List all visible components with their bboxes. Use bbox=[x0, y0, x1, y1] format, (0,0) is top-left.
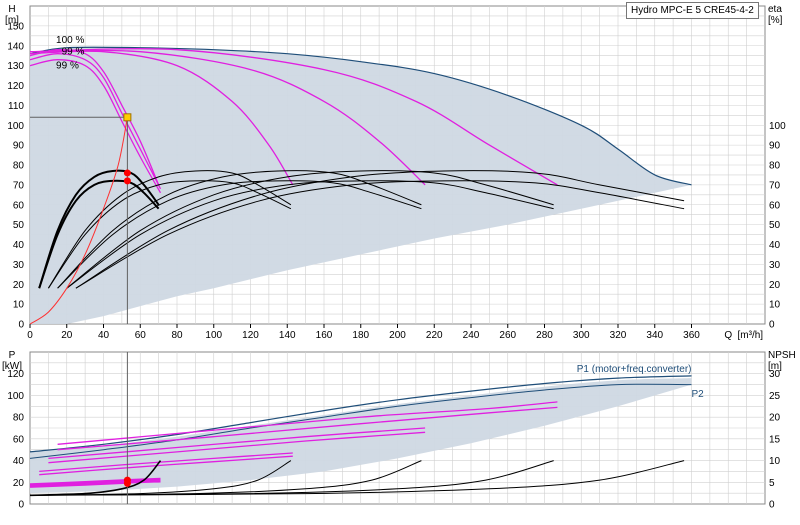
y-tick-label: 40 bbox=[13, 240, 25, 251]
y-tick-label: 30 bbox=[13, 260, 25, 271]
x-tick-label: 60 bbox=[135, 330, 147, 341]
series-label: P2 bbox=[692, 389, 705, 400]
x-tick-label: 280 bbox=[536, 330, 553, 341]
p-axis-unit: [kW] bbox=[2, 361, 22, 372]
x-tick-label: 340 bbox=[646, 330, 663, 341]
pump-performance-chart: 100 % 99 % 99 % 0 20 40 60 80 100 120 140 160 180 200… bbox=[0, 0, 800, 520]
speed-percent-label: 100 % bbox=[56, 35, 84, 46]
npsh-tick-label: 20 bbox=[769, 413, 781, 424]
power-npsh-plot: P1 (motor+freq.converter)P20204060801001… bbox=[2, 350, 796, 511]
y2-tick-label: 10 bbox=[769, 300, 781, 311]
y2-axis-unit: [%] bbox=[768, 15, 783, 26]
x-tick-label: 0 bbox=[27, 330, 33, 341]
y2-tick-label: 80 bbox=[769, 161, 781, 172]
y2-tick-label: 50 bbox=[769, 220, 781, 231]
duty-point-marker bbox=[123, 113, 132, 122]
y2-axis-label: eta bbox=[768, 4, 782, 15]
chart-canvas: 100 %99 %99 %0 20 40 60 80 100 120 140 160 180 200… bbox=[2, 4, 796, 511]
y-tick-label: 70 bbox=[13, 180, 25, 191]
y-tick-label: 0 bbox=[18, 320, 24, 331]
y-tick-label: 80 bbox=[13, 161, 25, 172]
p-axis-label: P bbox=[9, 350, 16, 361]
efficiency-duty-point bbox=[123, 169, 131, 177]
series-label: P1 (motor+freq.converter) bbox=[577, 364, 692, 375]
x-tick-label: 240 bbox=[463, 330, 480, 341]
x-tick-label: 360 bbox=[683, 330, 700, 341]
x-tick-label: 320 bbox=[610, 330, 627, 341]
p-tick-label: 0 bbox=[18, 500, 24, 511]
x-tick-label: 260 bbox=[499, 330, 516, 341]
x-tick-label: 140 bbox=[279, 330, 296, 341]
y2-tick-label: 30 bbox=[769, 260, 781, 271]
head-efficiency-plot: 100 %99 %99 %0 20 40 60 80 100 120 140 160 180 200… bbox=[5, 4, 786, 341]
y-tick-label: 100 bbox=[7, 121, 24, 132]
y-axis-unit: [m] bbox=[5, 15, 19, 26]
y-tick-label: 10 bbox=[13, 300, 25, 311]
x-tick-label: 20 bbox=[61, 330, 73, 341]
x-tick-label: 120 bbox=[242, 330, 259, 341]
speed-percent-label: 99 % bbox=[56, 61, 79, 72]
y-tick-label: 110 bbox=[8, 101, 24, 112]
y-tick-label: 140 bbox=[7, 41, 24, 52]
speed-percent-label: 99 % bbox=[62, 47, 85, 58]
npsh-tick-label: 15 bbox=[769, 434, 781, 445]
y-axis-label: H bbox=[8, 4, 15, 15]
x-tick-label: 300 bbox=[573, 330, 590, 341]
chart-title: Hydro MPC-E 5 CRE45-4-2 bbox=[626, 2, 759, 19]
y-tick-label: 60 bbox=[13, 200, 25, 211]
efficiency-duty-point bbox=[123, 177, 131, 185]
p-tick-label: 80 bbox=[13, 413, 25, 424]
npsh-tick-label: 25 bbox=[769, 391, 781, 402]
p-tick-label: 100 bbox=[7, 391, 24, 402]
x-tick-label: 100 bbox=[205, 330, 222, 341]
y2-tick-label: 60 bbox=[769, 200, 781, 211]
x-tick-label: 80 bbox=[171, 330, 183, 341]
x-tick-label: 160 bbox=[316, 330, 333, 341]
x-axis-unit: [m³/h] bbox=[738, 330, 764, 341]
y2-tick-label: 100 bbox=[769, 121, 786, 132]
y2-tick-label: 90 bbox=[769, 141, 781, 152]
p-tick-label: 40 bbox=[13, 456, 25, 467]
y-tick-label: 20 bbox=[13, 280, 25, 291]
power-duty-point bbox=[123, 479, 131, 487]
y2-tick-label: 0 bbox=[769, 320, 775, 331]
npsh-tick-label: 10 bbox=[769, 456, 781, 467]
x-tick-label: 220 bbox=[426, 330, 443, 341]
p-tick-label: 20 bbox=[13, 478, 25, 489]
y-tick-label: 130 bbox=[7, 61, 24, 72]
x-tick-label: 180 bbox=[352, 330, 369, 341]
y2-tick-label: 40 bbox=[769, 240, 781, 251]
y-tick-label: 120 bbox=[7, 81, 24, 92]
y-tick-label: 50 bbox=[13, 220, 25, 231]
npsh-tick-label: 0 bbox=[769, 500, 775, 511]
p-tick-label: 60 bbox=[13, 434, 25, 445]
y2-tick-label: 70 bbox=[769, 180, 781, 191]
y2-tick-label: 20 bbox=[769, 280, 781, 291]
x-tick-label: 200 bbox=[389, 330, 406, 341]
npsh-axis-unit: [m] bbox=[768, 361, 782, 372]
x-tick-label: 40 bbox=[98, 330, 110, 341]
npsh-tick-label: 5 bbox=[769, 478, 775, 489]
npsh-axis-label: NPSH bbox=[768, 350, 796, 361]
y-tick-label: 90 bbox=[13, 141, 25, 152]
x-axis-label: Q bbox=[724, 330, 732, 341]
